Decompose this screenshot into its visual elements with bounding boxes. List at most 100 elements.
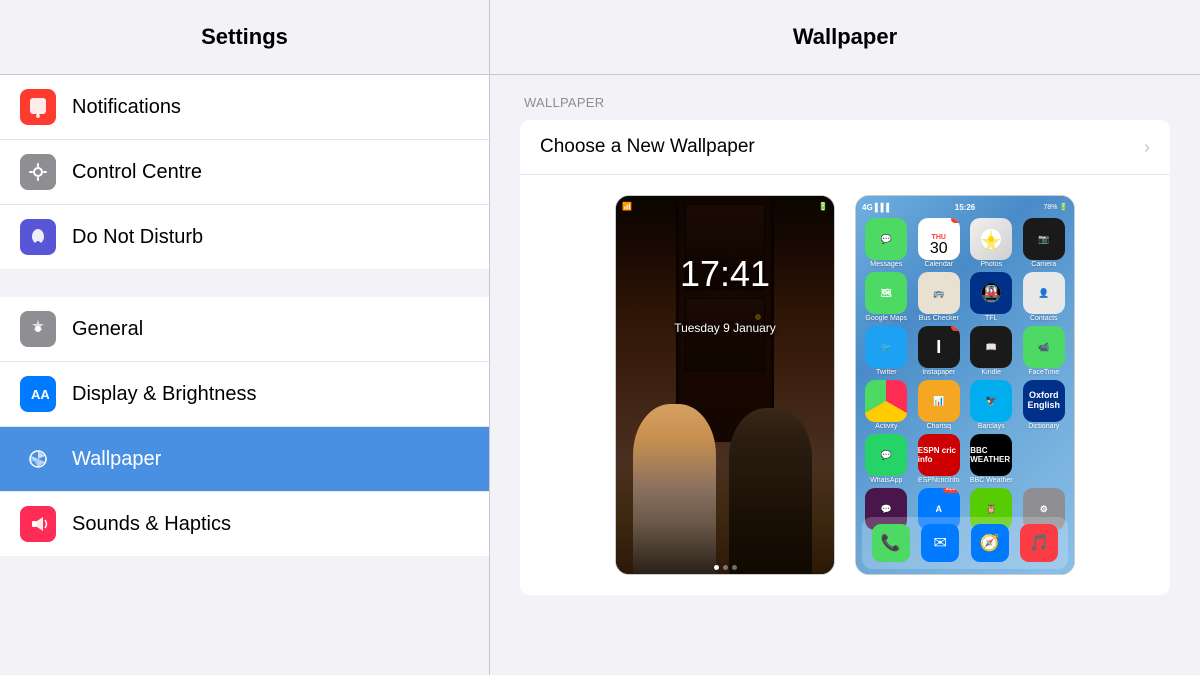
app-facetime-icon: 📹: [1023, 326, 1065, 368]
choose-wallpaper-row[interactable]: Choose a New Wallpaper ›: [520, 120, 1170, 175]
app-tfl-label: TFL: [985, 315, 997, 322]
home-dock: 📞 ✉ 🧭 🎵: [862, 517, 1068, 569]
home-signal: 4G ▌▌▌: [862, 203, 892, 212]
app-oxford-label: Dictionary: [1028, 423, 1059, 430]
wallpaper-setting-label: Wallpaper: [72, 448, 161, 471]
app-espn[interactable]: ESPN cric info ESPNcricInfo: [915, 434, 964, 484]
control-centre-label: Control Centre: [72, 161, 202, 184]
chevron-right-icon: ›: [1144, 137, 1150, 158]
app-maps-label: Google Maps: [865, 315, 907, 322]
app-whatsapp[interactable]: 💬 WhatsApp: [862, 434, 911, 484]
sidebar-item-display[interactable]: AA Display & Brightness: [0, 362, 489, 427]
app-calendar[interactable]: THU 30 3 Calendar: [915, 218, 964, 268]
app-contacts-icon: 👤: [1023, 272, 1065, 314]
display-icon: AA: [20, 376, 56, 412]
app-photos-icon: [970, 218, 1012, 260]
header-left: Settings: [0, 0, 490, 74]
dock-safari[interactable]: 🧭: [971, 524, 1009, 562]
app-placeholder: [1020, 434, 1069, 484]
app-activity-icon: [865, 380, 907, 422]
sounds-label: Sounds & Haptics: [72, 513, 231, 536]
settings-group-1: Notifications Control Centre: [0, 75, 489, 269]
do-not-disturb-label: Do Not Disturb: [72, 226, 203, 249]
app-messages-label: Messages: [870, 261, 902, 268]
do-not-disturb-icon: [20, 219, 56, 255]
settings-header-title: Settings: [201, 24, 288, 50]
app-bbc-label: BBC Weather: [970, 477, 1013, 484]
dock-phone[interactable]: 📞: [872, 524, 910, 562]
app-instapaper[interactable]: I 2 Instapaper: [915, 326, 964, 376]
app-barclays-icon: 🦅: [970, 380, 1012, 422]
sidebar-item-control-centre[interactable]: Control Centre: [0, 140, 489, 205]
wallpaper-card: Choose a New Wallpaper ›: [520, 120, 1170, 595]
lock-page-dots: [616, 565, 834, 570]
sidebar-item-sounds[interactable]: Sounds & Haptics: [0, 492, 489, 556]
app-oxford[interactable]: Oxford English Dictionary: [1020, 380, 1069, 430]
app-photos[interactable]: Photos: [967, 218, 1016, 268]
app-twitter[interactable]: 🐦 Twitter: [862, 326, 911, 376]
sidebar-item-wallpaper[interactable]: Wallpaper: [0, 427, 489, 492]
app-placeholder-icon: [1023, 434, 1065, 476]
kids-layer: [616, 385, 834, 574]
sidebar-item-general[interactable]: General: [0, 297, 489, 362]
lock-signal: 📶: [622, 202, 632, 211]
app-maps-icon: 🗺: [865, 272, 907, 314]
right-panel: WALLPAPER Choose a New Wallpaper ›: [490, 75, 1200, 675]
app-bus-icon: 🚌: [918, 272, 960, 314]
app-camera[interactable]: 📷 Camera: [1020, 218, 1069, 268]
app-calendar-label: Calendar: [925, 261, 953, 268]
dock-music[interactable]: 🎵: [1020, 524, 1058, 562]
app-bbc-icon: BBC WEATHER: [970, 434, 1012, 476]
app-whatsapp-label: WhatsApp: [870, 477, 902, 484]
app-kindle-icon: 📖: [970, 326, 1012, 368]
sidebar-item-notifications[interactable]: Notifications: [0, 75, 489, 140]
app-barclays[interactable]: 🦅 Barclays: [967, 380, 1016, 430]
dot-3: [732, 565, 737, 570]
header: Settings Wallpaper: [0, 0, 1200, 75]
app-barclays-label: Barclays: [978, 423, 1005, 430]
lock-time: 17:41: [616, 253, 834, 295]
app-tfl[interactable]: 🚇 TFL: [967, 272, 1016, 322]
app-messages-icon: 💬: [865, 218, 907, 260]
app-instapaper-icon: I 2: [918, 326, 960, 368]
settings-group-2: General AA Display & Brightness: [0, 297, 489, 556]
lock-status-bar: 📶 🔋: [622, 200, 828, 212]
app-chartsq-label: Chartsq: [926, 423, 951, 430]
dock-mail[interactable]: ✉: [921, 524, 959, 562]
app-activity[interactable]: Activity: [862, 380, 911, 430]
app-tfl-icon: 🚇: [970, 272, 1012, 314]
app-instapaper-label: Instapaper: [922, 369, 955, 376]
home-screen-preview[interactable]: 4G ▌▌▌ 15:26 78% 🔋 💬 Messages: [855, 195, 1075, 575]
app-bus[interactable]: 🚌 Bus Checker: [915, 272, 964, 322]
kid-right: [729, 408, 812, 574]
control-centre-icon: [20, 154, 56, 190]
home-screen-bg: 4G ▌▌▌ 15:26 78% 🔋 💬 Messages: [856, 196, 1074, 574]
lock-screen-bg: 17:41 Tuesday 9 January 📶 🔋: [616, 196, 834, 574]
app-maps[interactable]: 🗺 Google Maps: [862, 272, 911, 322]
app-facetime-label: FaceTime: [1028, 369, 1059, 376]
app-facetime[interactable]: 📹 FaceTime: [1020, 326, 1069, 376]
app-kindle[interactable]: 📖 Kindle: [967, 326, 1016, 376]
notifications-label: Notifications: [72, 96, 181, 119]
app-espn-icon: ESPN cric info: [918, 434, 960, 476]
app-photos-label: Photos: [980, 261, 1002, 268]
sidebar: Notifications Control Centre: [0, 75, 490, 675]
sidebar-item-do-not-disturb[interactable]: Do Not Disturb: [0, 205, 489, 269]
app-bbc[interactable]: BBC WEATHER BBC Weather: [967, 434, 1016, 484]
svg-text:AA: AA: [31, 387, 49, 402]
app-contacts-label: Contacts: [1030, 315, 1058, 322]
app-contacts[interactable]: 👤 Contacts: [1020, 272, 1069, 322]
home-time: 15:26: [955, 203, 975, 212]
choose-wallpaper-label: Choose a New Wallpaper: [540, 136, 755, 158]
general-icon: [20, 311, 56, 347]
group-divider-1: [0, 269, 489, 297]
lock-screen-preview[interactable]: 17:41 Tuesday 9 January 📶 🔋: [615, 195, 835, 575]
wallpaper-previews: 17:41 Tuesday 9 January 📶 🔋: [520, 175, 1170, 595]
general-label: General: [72, 318, 143, 341]
wallpaper-header-title: Wallpaper: [793, 24, 897, 50]
door-handle: [755, 314, 761, 320]
app-messages[interactable]: 💬 Messages: [862, 218, 911, 268]
wallpaper-section-header: WALLPAPER: [520, 95, 1170, 110]
lock-date: Tuesday 9 January: [616, 321, 834, 335]
app-chartsq[interactable]: 📊 Chartsq: [915, 380, 964, 430]
